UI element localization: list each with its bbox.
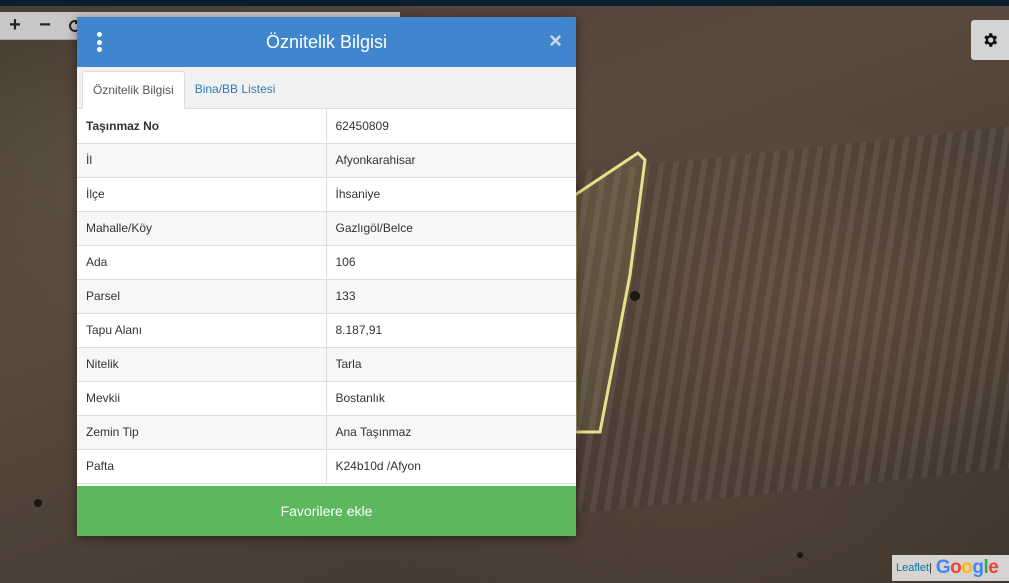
map-tree bbox=[630, 291, 640, 301]
row-value: 62450809 bbox=[326, 109, 576, 144]
row-key: Tapu Alanı bbox=[77, 313, 327, 348]
table-row: İlçe İhsaniye bbox=[77, 177, 576, 212]
row-value: 8.187,91 bbox=[326, 313, 576, 348]
attribute-info-modal: Öznitelik Bilgisi × Öznitelik Bilgisi Bi… bbox=[77, 17, 576, 536]
row-key: Nitelik bbox=[77, 347, 327, 382]
row-value: Ana Taşınmaz bbox=[326, 415, 576, 450]
modal-header: Öznitelik Bilgisi × bbox=[77, 17, 576, 67]
settings-button[interactable] bbox=[971, 20, 1009, 60]
map-attribution: Leaflet | Google bbox=[892, 555, 1009, 581]
map-tree bbox=[34, 499, 42, 507]
row-key: Taşınmaz No bbox=[77, 109, 327, 144]
modal-title: Öznitelik Bilgisi bbox=[265, 31, 388, 52]
row-value: Bostanlık bbox=[326, 381, 576, 416]
table-row: Nitelik Tarla bbox=[77, 347, 576, 382]
row-value: 106 bbox=[326, 245, 576, 280]
row-key: Zemin Tip bbox=[77, 415, 327, 450]
row-key: Ada bbox=[77, 245, 327, 280]
row-key: İlçe bbox=[77, 177, 327, 212]
row-key: Parsel bbox=[77, 279, 327, 314]
google-logo: Google bbox=[935, 557, 999, 578]
close-icon[interactable]: × bbox=[549, 30, 562, 52]
add-favorite-button[interactable]: Favorilere ekle bbox=[77, 486, 576, 536]
table-row: Mahalle/Köy Gazlıgöl/Belce bbox=[77, 211, 576, 246]
table-row: Zemin Tip Ana Taşınmaz bbox=[77, 415, 576, 450]
map-top-strip bbox=[0, 0, 1009, 6]
row-key: Pafta bbox=[77, 449, 327, 484]
table-row: Ada 106 bbox=[77, 245, 576, 280]
attribute-table: Taşınmaz No 62450809 İl Afyonkarahisar İlç… bbox=[77, 109, 576, 484]
row-value: Tarla bbox=[326, 347, 576, 382]
table-row: Mevkii Bostanlık bbox=[77, 381, 576, 416]
row-key: Mevkii bbox=[77, 381, 327, 416]
table-row: İl Afyonkarahisar bbox=[77, 143, 576, 178]
tab-building-list[interactable]: Bina/BB Listesi bbox=[185, 70, 286, 108]
row-value: İhsaniye bbox=[326, 177, 576, 212]
vertical-dots-icon[interactable] bbox=[95, 32, 103, 52]
zoom-out-button[interactable]: − bbox=[30, 12, 60, 40]
attribution-separator: | bbox=[929, 562, 932, 574]
row-key: İl bbox=[77, 143, 327, 178]
modal-tabs: Öznitelik Bilgisi Bina/BB Listesi bbox=[77, 67, 576, 109]
zoom-in-button[interactable]: + bbox=[0, 12, 30, 40]
row-value: 133 bbox=[326, 279, 576, 314]
tab-attribute-info[interactable]: Öznitelik Bilgisi bbox=[82, 71, 185, 109]
map-tree bbox=[797, 552, 803, 558]
row-value: Afyonkarahisar bbox=[326, 143, 576, 178]
table-row: Tapu Alanı 8.187,91 bbox=[77, 313, 576, 348]
leaflet-link[interactable]: Leaflet bbox=[896, 562, 929, 574]
table-row: Pafta K24b10d /Afyon bbox=[77, 449, 576, 484]
row-key: Mahalle/Köy bbox=[77, 211, 327, 246]
table-row: Parsel 133 bbox=[77, 279, 576, 314]
row-value: K24b10d /Afyon bbox=[326, 449, 576, 484]
table-row: Taşınmaz No 62450809 bbox=[77, 109, 576, 144]
gear-icon bbox=[984, 33, 998, 47]
row-value: Gazlıgöl/Belce bbox=[326, 211, 576, 246]
